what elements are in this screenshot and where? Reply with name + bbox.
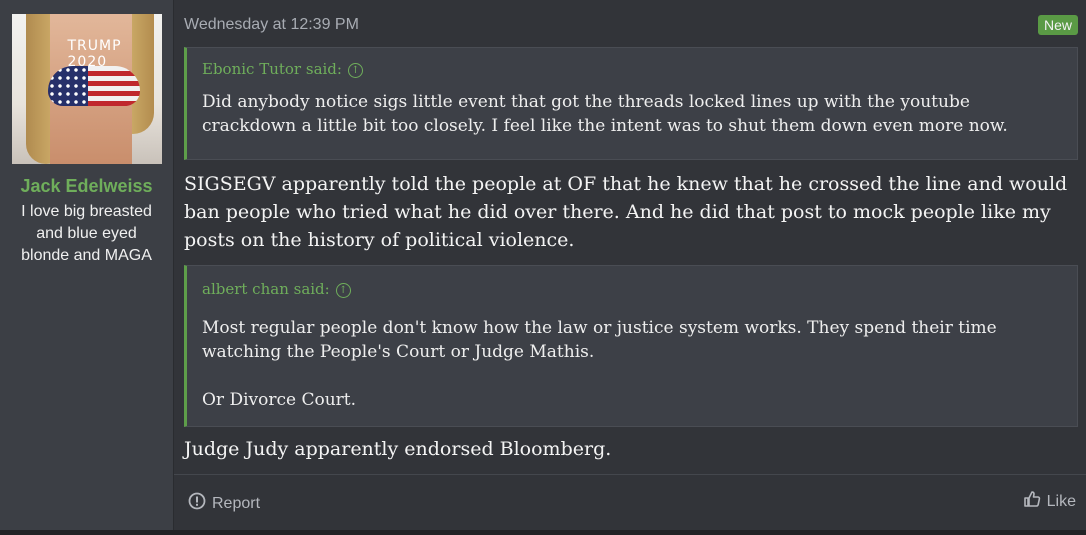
like-button[interactable]: Like — [1023, 490, 1076, 513]
alert-circle-icon — [188, 492, 206, 515]
report-button[interactable]: Report — [188, 492, 260, 515]
quote-text: Most regular people don't know how the l… — [202, 318, 997, 362]
avatar[interactable]: TRUMP 2020 — [11, 14, 162, 164]
quote-text: Or Divorce Court. — [202, 390, 357, 410]
new-badge: New — [1037, 15, 1078, 35]
post-timestamp[interactable]: Wednesday at 12:39 PM — [184, 16, 359, 34]
quote-author[interactable]: albert chan said: ↑ — [187, 266, 1077, 298]
forum-post: TRUMP 2020 Jack Edelweiss I love big bre… — [0, 0, 1086, 530]
quote-block: Ebonic Tutor said: ↑ Did anybody notice s… — [184, 47, 1078, 160]
quote-author[interactable]: Ebonic Tutor said: ↑ — [187, 48, 1077, 78]
post-content: Wednesday at 12:39 PM New Ebonic Tutor s… — [174, 0, 1086, 530]
user-title: I love big breasted and blue eyed blonde… — [21, 203, 152, 264]
arrow-up-circle-icon[interactable]: ↑ — [335, 283, 351, 298]
quote-block: albert chan said: ↑ Most regular people d… — [184, 265, 1078, 427]
post-paragraph: Judge Judy apparently endorsed Bloomberg… — [184, 438, 612, 460]
quote-text: Did anybody notice sigs little event tha… — [202, 92, 1008, 136]
arrow-up-circle-icon[interactable]: ↑ — [347, 63, 363, 78]
user-cell: TRUMP 2020 Jack Edelweiss I love big bre… — [0, 0, 174, 530]
username-link[interactable]: Jack Edelweiss — [20, 176, 152, 197]
thumbs-up-icon — [1023, 490, 1041, 513]
post-paragraph: SIGSEGV apparently told the people at OF… — [184, 173, 1068, 251]
avatar-scribble: TRUMP 2020 — [67, 38, 122, 70]
post-footer: Report Like — [174, 474, 1086, 530]
